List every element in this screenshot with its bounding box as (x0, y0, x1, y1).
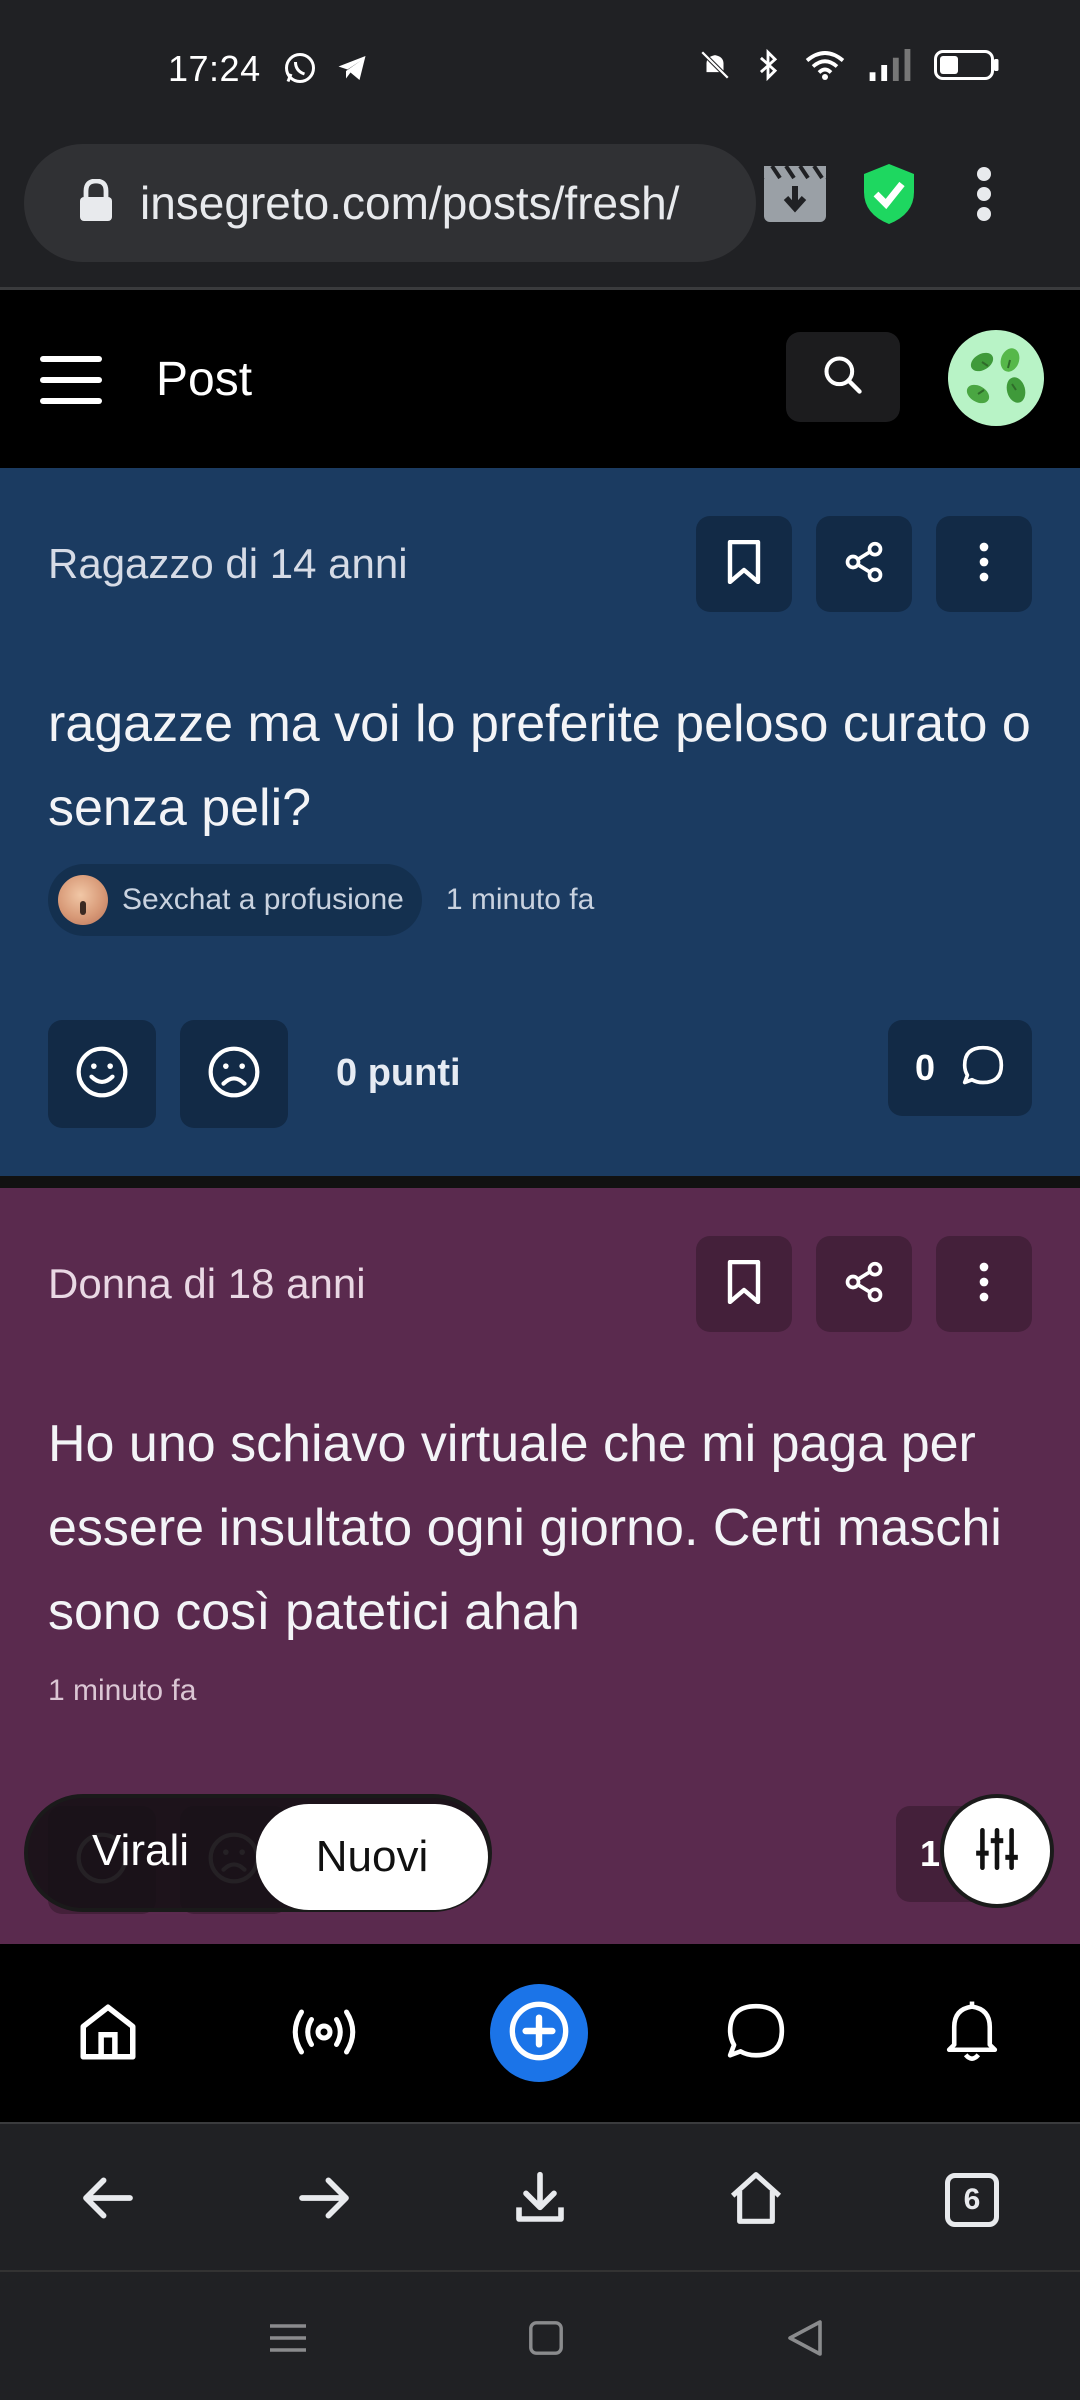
post-separator (0, 1176, 1080, 1188)
post-card[interactable]: Ragazzo di 14 anni ragazze ma voi lo pre… (0, 468, 1080, 1176)
post-time: 1 minuto fa (48, 1674, 197, 1707)
toggle-nuovi[interactable]: Nuovi (256, 1804, 488, 1910)
arrow-left-icon (81, 2176, 135, 2225)
wifi-icon (804, 48, 846, 82)
broadcast-icon (288, 2002, 360, 2067)
toggle-virali[interactable]: Virali (92, 1826, 189, 1876)
battery-icon (934, 48, 1000, 82)
forward-button[interactable] (284, 2160, 364, 2240)
url-text: insegreto.com/posts/fresh/ (140, 177, 680, 229)
menu-icon[interactable] (40, 356, 102, 404)
app-header: Post (0, 292, 1080, 468)
like-button[interactable] (48, 1020, 156, 1128)
post-text: Ho uno schiavo virtuale che mi paga per … (48, 1415, 1002, 1641)
chat-icon (725, 2001, 787, 2068)
tabs-button[interactable]: 6 (932, 2160, 1012, 2240)
sliders-icon (972, 1824, 1022, 1879)
share-icon (842, 1260, 886, 1309)
post-author: Donna di 18 anni (48, 1260, 366, 1307)
home-outline-icon (727, 2170, 785, 2231)
mute-icon (698, 48, 732, 82)
nav-chat[interactable] (708, 1986, 804, 2082)
menu-lines-icon (268, 2321, 308, 2360)
comments-button[interactable]: 0 (888, 1020, 1032, 1116)
page-title: Post (156, 353, 253, 406)
home-icon (75, 1999, 141, 2070)
system-nav-bar (0, 2270, 1080, 2400)
group-chip[interactable]: Sexchat a profusione (48, 864, 422, 936)
bookmark-button[interactable] (696, 516, 792, 612)
post-time: 1 minuto fa (445, 883, 595, 916)
telegram-icon (334, 50, 370, 86)
more-options-button[interactable] (936, 516, 1032, 612)
nav-live[interactable] (276, 1986, 372, 2082)
group-label: Sexchat a profusione (122, 883, 404, 916)
browser-home-button[interactable] (716, 2160, 796, 2240)
group-avatar (58, 875, 108, 925)
nav-new-post[interactable] (490, 1984, 588, 2082)
tab-count: 6 (945, 2173, 999, 2227)
dislike-button[interactable] (180, 1020, 288, 1128)
search-button[interactable] (786, 332, 900, 422)
bluetooth-icon (754, 48, 782, 82)
recents-button[interactable] (258, 2310, 318, 2370)
system-back-button[interactable] (774, 2310, 834, 2370)
arrow-right-icon (297, 2176, 351, 2225)
post-points: 0 punti (336, 1052, 461, 1094)
video-download-icon[interactable] (760, 162, 830, 231)
download-icon (512, 2170, 568, 2231)
browser-menu-icon[interactable] (976, 166, 992, 227)
bookmark-icon (725, 1259, 763, 1309)
back-button[interactable] (68, 2160, 148, 2240)
comment-count: 1 (920, 1833, 941, 1874)
user-avatar[interactable] (948, 330, 1044, 426)
share-icon (842, 540, 886, 589)
lock-icon (78, 178, 114, 228)
square-icon (527, 2319, 565, 2362)
more-options-button[interactable] (936, 1236, 1032, 1332)
signal-icon (868, 49, 912, 81)
more-vertical-icon (979, 542, 989, 587)
browser-bottom-bar: 6 (0, 2122, 1080, 2270)
search-icon (821, 353, 865, 402)
system-home-button[interactable] (516, 2310, 576, 2370)
status-bar: 17:24 (0, 0, 1080, 140)
post-author: Ragazzo di 14 anni (48, 540, 408, 587)
more-vertical-icon (979, 1262, 989, 1307)
comment-count: 0 (914, 1047, 936, 1088)
triangle-back-icon (784, 2318, 824, 2363)
shield-check-icon[interactable] (860, 162, 918, 231)
share-button[interactable] (816, 516, 912, 612)
plus-circle-icon (507, 1999, 571, 2068)
status-time: 17:24 (168, 48, 261, 89)
post-text: ragazze ma voi lo preferite peloso curat… (48, 695, 1031, 837)
nav-home[interactable] (60, 1986, 156, 2082)
bottom-nav (0, 1944, 1080, 2122)
share-button[interactable] (816, 1236, 912, 1332)
address-bar[interactable]: insegreto.com/posts/fresh/ (24, 144, 756, 262)
nav-notifications[interactable] (924, 1986, 1020, 2082)
bell-icon (941, 1999, 1003, 2070)
bookmark-button[interactable] (696, 1236, 792, 1332)
browser-toolbar: insegreto.com/posts/fresh/ (0, 140, 1080, 290)
bookmark-icon (725, 539, 763, 589)
feed-toggle[interactable]: Virali Nuovi (24, 1794, 492, 1912)
comment-icon (961, 1044, 1005, 1093)
downloads-button[interactable] (500, 2160, 580, 2240)
frown-icon (206, 1044, 262, 1105)
whatsapp-icon (282, 50, 318, 86)
filter-button[interactable] (940, 1794, 1054, 1908)
smile-icon (74, 1044, 130, 1105)
